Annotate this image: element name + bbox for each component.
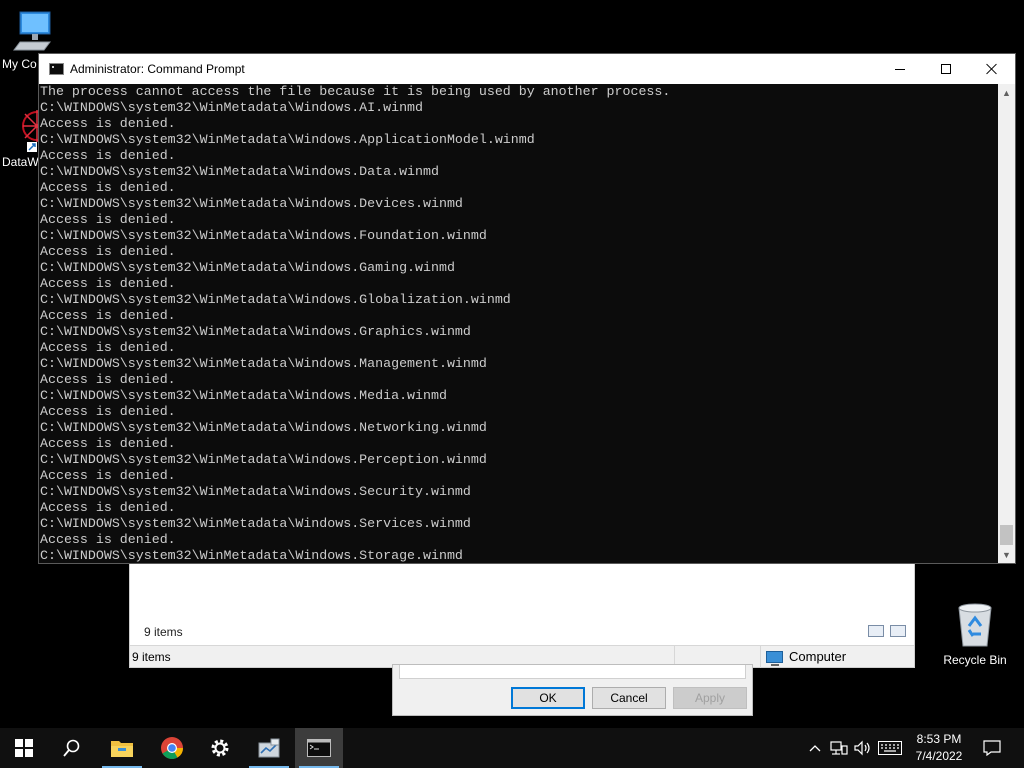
close-icon — [986, 63, 998, 75]
command-prompt-icon — [307, 739, 331, 757]
console-line: C:\WINDOWS\system32\WinMetadata\Windows.… — [40, 260, 455, 275]
console-line: C:\WINDOWS\system32\WinMetadata\Windows.… — [40, 292, 511, 307]
computer-icon — [766, 650, 783, 666]
recycle-bin-icon — [958, 603, 992, 647]
window-title: Administrator: Command Prompt — [70, 62, 245, 76]
details-view-icon[interactable] — [868, 625, 884, 637]
console-line: Access is denied. — [40, 468, 176, 483]
console-line: Access is denied. — [40, 276, 176, 291]
console-line: Access is denied. — [40, 532, 176, 547]
taskbar: 8:53 PM 7/4/2022 — [0, 728, 1024, 768]
clock-time: 8:53 PM — [916, 732, 962, 746]
command-prompt-icon — [49, 63, 64, 75]
show-hidden-icons-button[interactable] — [806, 728, 824, 768]
close-button[interactable] — [969, 54, 1015, 84]
settings-gear-icon — [211, 739, 229, 757]
view-mode-switcher — [868, 625, 906, 637]
console-line: Access is denied. — [40, 308, 176, 323]
console-line: C:\WINDOWS\system32\WinMetadata\Windows.… — [40, 388, 447, 403]
console-line: C:\WINDOWS\system32\WinMetadata\Windows.… — [40, 420, 487, 435]
apply-button: Apply — [673, 687, 747, 709]
taskbar-settings[interactable] — [196, 728, 244, 768]
taskbar-server-manager[interactable] — [245, 728, 293, 768]
network-icon — [830, 741, 848, 755]
console-line: C:\WINDOWS\system32\WinMetadata\Windows.… — [40, 484, 471, 499]
minimize-button[interactable] — [877, 54, 923, 84]
console-line: C:\WINDOWS\system32\WinMetadata\Windows.… — [40, 228, 487, 243]
chevron-up-icon — [809, 745, 821, 752]
desktop-icon-recycle-bin[interactable]: Recycle Bin — [940, 600, 1010, 667]
console-line: C:\WINDOWS\system32\WinMetadata\Windows.… — [40, 132, 535, 147]
properties-dialog: OK Cancel Apply — [392, 664, 753, 716]
notification-icon — [983, 740, 1001, 756]
minimize-icon — [895, 68, 905, 70]
large-icons-view-icon[interactable] — [890, 625, 906, 637]
keyboard-icon — [878, 741, 902, 755]
keyboard-tray-button[interactable] — [876, 728, 904, 768]
console-output[interactable]: The process cannot access the file becau… — [39, 84, 997, 563]
status-location-label: Computer — [789, 649, 847, 664]
ok-button[interactable]: OK — [511, 687, 585, 709]
taskbar-command-prompt[interactable] — [295, 728, 343, 768]
console-line: Access is denied. — [40, 244, 176, 259]
status-location: Computer — [766, 649, 847, 666]
server-manager-icon — [258, 738, 280, 758]
scroll-down-arrow-icon[interactable]: ▼ — [998, 546, 1015, 563]
console-line: C:\WINDOWS\system32\WinMetadata\Windows.… — [40, 356, 487, 371]
caption-buttons — [877, 54, 1015, 84]
search-button[interactable] — [48, 728, 96, 768]
status-divider — [760, 646, 761, 668]
console-line: Access is denied. — [40, 436, 176, 451]
console-line: The process cannot access the file becau… — [40, 84, 671, 99]
clock-date: 7/4/2022 — [915, 749, 963, 763]
items-count-text: 9 items — [144, 625, 183, 639]
console-line: C:\WINDOWS\system32\WinMetadata\Windows.… — [40, 452, 487, 467]
volume-tray-button[interactable] — [852, 728, 874, 768]
chrome-icon — [161, 737, 183, 759]
console-line: C:\WINDOWS\system32\WinMetadata\Windows.… — [40, 548, 463, 563]
command-prompt-window[interactable]: Administrator: Command Prompt The proces… — [38, 53, 1016, 564]
dialog-field — [399, 665, 746, 679]
console-line: C:\WINDOWS\system32\WinMetadata\Windows.… — [40, 324, 471, 339]
taskbar-clock[interactable]: 8:53 PM 7/4/2022 — [906, 731, 972, 765]
desktop: My Co DataW Recycle Bin 9 items 9 items — [0, 0, 1024, 728]
file-explorer-icon — [111, 741, 133, 757]
file-explorer-window[interactable]: 9 items 9 items Computer — [129, 560, 915, 668]
maximize-button[interactable] — [923, 54, 969, 84]
maximize-icon — [941, 64, 951, 74]
speaker-icon — [854, 740, 870, 756]
computer-icon — [13, 11, 51, 51]
network-tray-button[interactable] — [828, 728, 850, 768]
search-icon — [63, 739, 80, 757]
desktop-icon-label: Recycle Bin — [943, 653, 1007, 667]
console-line: C:\WINDOWS\system32\WinMetadata\Windows.… — [40, 164, 439, 179]
console-line: Access is denied. — [40, 372, 176, 387]
console-line: C:\WINDOWS\system32\WinMetadata\Windows.… — [40, 100, 424, 115]
taskbar-file-explorer[interactable] — [98, 728, 146, 768]
console-line: Access is denied. — [40, 148, 176, 163]
action-center-button[interactable] — [978, 728, 1006, 768]
vertical-scrollbar[interactable]: ▲ ▼ — [998, 84, 1015, 563]
cancel-button[interactable]: Cancel — [592, 687, 666, 709]
console-line: Access is denied. — [40, 116, 176, 131]
console-line: Access is denied. — [40, 500, 176, 515]
scroll-up-arrow-icon[interactable]: ▲ — [998, 84, 1015, 101]
window-titlebar[interactable]: Administrator: Command Prompt — [39, 54, 1015, 84]
start-button[interactable] — [0, 728, 48, 768]
console-line: Access is denied. — [40, 180, 176, 195]
console-line: Access is denied. — [40, 404, 176, 419]
scrollbar-thumb[interactable] — [1000, 525, 1013, 545]
console-line: Access is denied. — [40, 340, 176, 355]
console-line: C:\WINDOWS\system32\WinMetadata\Windows.… — [40, 196, 463, 211]
windows-start-icon — [15, 739, 33, 757]
taskbar-chrome[interactable] — [148, 728, 196, 768]
status-items-count: 9 items — [132, 650, 171, 664]
console-line: C:\WINDOWS\system32\WinMetadata\Windows.… — [40, 516, 471, 531]
console-line: Access is denied. — [40, 212, 176, 227]
